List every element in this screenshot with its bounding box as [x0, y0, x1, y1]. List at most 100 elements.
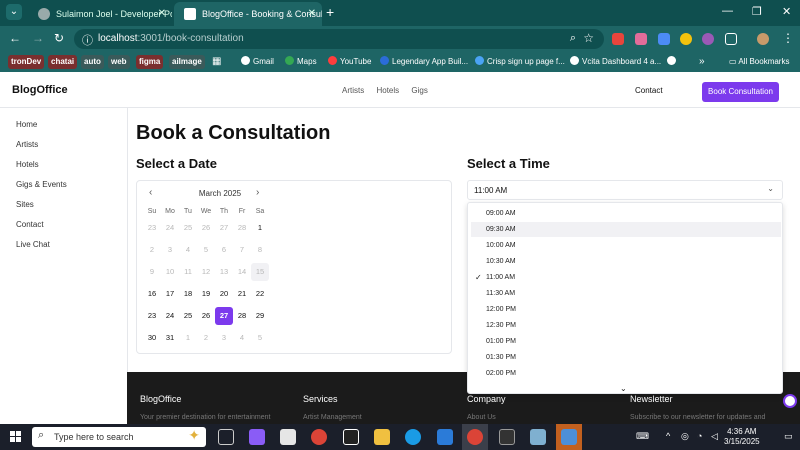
- calendar-day[interactable]: 18: [179, 285, 197, 303]
- profile-avatar-icon[interactable]: [757, 33, 769, 45]
- site-info-icon[interactable]: ⓘ: [82, 32, 93, 48]
- calendar-day[interactable]: 21: [233, 285, 251, 303]
- time-option[interactable]: ✓ 11:00 AM: [471, 270, 781, 285]
- url-input[interactable]: ⓘ localhost:3001/book-consultation ⌕ ☆: [74, 29, 604, 49]
- extension-icon[interactable]: [680, 33, 692, 45]
- book-consultation-button[interactable]: Book Consultation: [702, 82, 779, 102]
- footer-link[interactable]: Artist Management: [303, 414, 362, 421]
- nav-hotels[interactable]: Hotels: [376, 86, 399, 95]
- extension-icon[interactable]: [635, 33, 647, 45]
- calendar-day[interactable]: 8: [251, 241, 269, 259]
- bookmark-legendary[interactable]: Legendary App Buil...: [380, 55, 468, 69]
- sidebar-item-contact[interactable]: Contact: [16, 220, 44, 229]
- calendar-day[interactable]: 24: [161, 307, 179, 325]
- volume-icon[interactable]: ◁: [711, 431, 718, 442]
- keyboard-icon[interactable]: ⌨: [636, 431, 649, 442]
- calendar-day[interactable]: 7: [233, 241, 251, 259]
- calendar-day[interactable]: 27: [215, 219, 233, 237]
- wifi-icon[interactable]: ◔: [697, 431, 702, 441]
- close-window-icon[interactable]: ✕: [782, 5, 791, 18]
- chat-widget-icon[interactable]: [783, 394, 797, 408]
- all-bookmarks[interactable]: ▭ All Bookmarks: [729, 55, 789, 69]
- bookmark-item[interactable]: auto: [81, 55, 104, 69]
- edge-icon[interactable]: [405, 429, 421, 445]
- system-clock[interactable]: 4:36 AM 3/15/2025: [724, 427, 760, 447]
- calendar-day[interactable]: 17: [161, 285, 179, 303]
- tab-portfolio[interactable]: Sulaimon Joel - Developer Portf ✕: [28, 2, 172, 26]
- sidebar-item-live-chat[interactable]: Live Chat: [16, 240, 50, 249]
- chrome-icon[interactable]: [311, 429, 327, 445]
- calendar-day[interactable]: 5: [197, 241, 215, 259]
- calendar-day[interactable]: 26: [197, 307, 215, 325]
- bookmark-star-icon[interactable]: ☆: [583, 31, 594, 45]
- bookmark-item[interactable]: tronDev: [8, 55, 45, 69]
- bookmark-youtube[interactable]: YouTube: [328, 55, 371, 69]
- extension-icon[interactable]: [702, 33, 714, 45]
- terminal-icon[interactable]: [499, 429, 515, 445]
- nav-contact[interactable]: Contact: [635, 86, 663, 95]
- calendar-day[interactable]: 20: [215, 285, 233, 303]
- calendar-day[interactable]: 2: [143, 241, 161, 259]
- tab-search-icon[interactable]: ⌄: [6, 4, 22, 20]
- calendar-day[interactable]: 11: [179, 263, 197, 281]
- calendar-day[interactable]: 2: [197, 329, 215, 347]
- calendar-day[interactable]: 10: [161, 263, 179, 281]
- footer-link[interactable]: About Us: [467, 414, 496, 421]
- time-option[interactable]: 12:00 PM: [471, 302, 781, 317]
- calendar-day[interactable]: 27: [215, 307, 233, 325]
- calendar-day[interactable]: 4: [179, 241, 197, 259]
- calendar-day[interactable]: 29: [251, 307, 269, 325]
- scroll-down-icon[interactable]: ⌄: [620, 384, 627, 393]
- time-option[interactable]: 09:00 AM: [471, 206, 781, 221]
- sidebar-item-artists[interactable]: Artists: [16, 140, 38, 149]
- calendar-day[interactable]: 3: [215, 329, 233, 347]
- app-icon[interactable]: [561, 429, 577, 445]
- calendar-day[interactable]: 12: [197, 263, 215, 281]
- calendar-day[interactable]: 19: [197, 285, 215, 303]
- bookmark-item[interactable]: aiImage: [169, 55, 205, 69]
- sidebar-item-gigs-events[interactable]: Gigs & Events: [16, 180, 67, 189]
- time-option[interactable]: 12:30 PM: [471, 318, 781, 333]
- calendar-day[interactable]: 25: [179, 307, 197, 325]
- calendar-day[interactable]: 5: [251, 329, 269, 347]
- calendar-day[interactable]: 13: [215, 263, 233, 281]
- globe-icon[interactable]: [667, 55, 679, 69]
- calendar-day[interactable]: 26: [197, 219, 215, 237]
- app-icon[interactable]: [530, 429, 546, 445]
- browser-menu-icon[interactable]: ⋮: [782, 31, 794, 45]
- bookmark-item[interactable]: web: [108, 55, 130, 69]
- calendar-day[interactable]: 1: [251, 219, 269, 237]
- bookmark-vcita[interactable]: Vcita Dashboard 4 a...: [570, 55, 661, 69]
- apps-grid-icon[interactable]: ▦: [212, 55, 221, 69]
- chrome-icon[interactable]: [467, 429, 483, 445]
- windows-start-icon[interactable]: [10, 431, 22, 443]
- calendar-day[interactable]: 25: [179, 219, 197, 237]
- more-bookmarks-icon[interactable]: »: [699, 55, 705, 69]
- forward-icon[interactable]: →: [32, 31, 44, 45]
- calendar-day[interactable]: 16: [143, 285, 161, 303]
- time-option[interactable]: 01:00 PM: [471, 334, 781, 349]
- new-tab-icon[interactable]: +: [326, 4, 334, 20]
- bookmark-crisp[interactable]: Crisp sign up page f...: [475, 55, 565, 69]
- time-select[interactable]: 11:00 AM ⌄: [467, 180, 783, 200]
- task-view-icon[interactable]: [218, 429, 234, 445]
- file-explorer-icon[interactable]: [374, 429, 390, 445]
- taskbar-search-input[interactable]: ⌕ Type here to search ✦: [32, 427, 206, 447]
- reload-icon[interactable]: ↻: [54, 31, 64, 45]
- calendar-day[interactable]: 15: [251, 263, 269, 281]
- time-option[interactable]: 09:30 AM: [471, 222, 781, 237]
- calendar-day[interactable]: 28: [233, 219, 251, 237]
- site-brand[interactable]: BlogOffice: [12, 84, 68, 96]
- network-icon[interactable]: ◎: [681, 431, 689, 442]
- time-option[interactable]: 10:30 AM: [471, 254, 781, 269]
- calendar-day[interactable]: 3: [161, 241, 179, 259]
- zoom-icon[interactable]: ⌕: [570, 32, 576, 45]
- security-shield-icon[interactable]: [343, 429, 359, 445]
- notification-icon[interactable]: ▭: [784, 431, 793, 442]
- calendar-day[interactable]: 22: [251, 285, 269, 303]
- chevron-up-icon[interactable]: ^: [666, 431, 670, 441]
- bookmark-item[interactable]: chatai: [48, 55, 78, 69]
- chevron-right-icon[interactable]: ›: [256, 187, 259, 198]
- extension-icon[interactable]: [612, 33, 624, 45]
- calendar-day[interactable]: 1: [179, 329, 197, 347]
